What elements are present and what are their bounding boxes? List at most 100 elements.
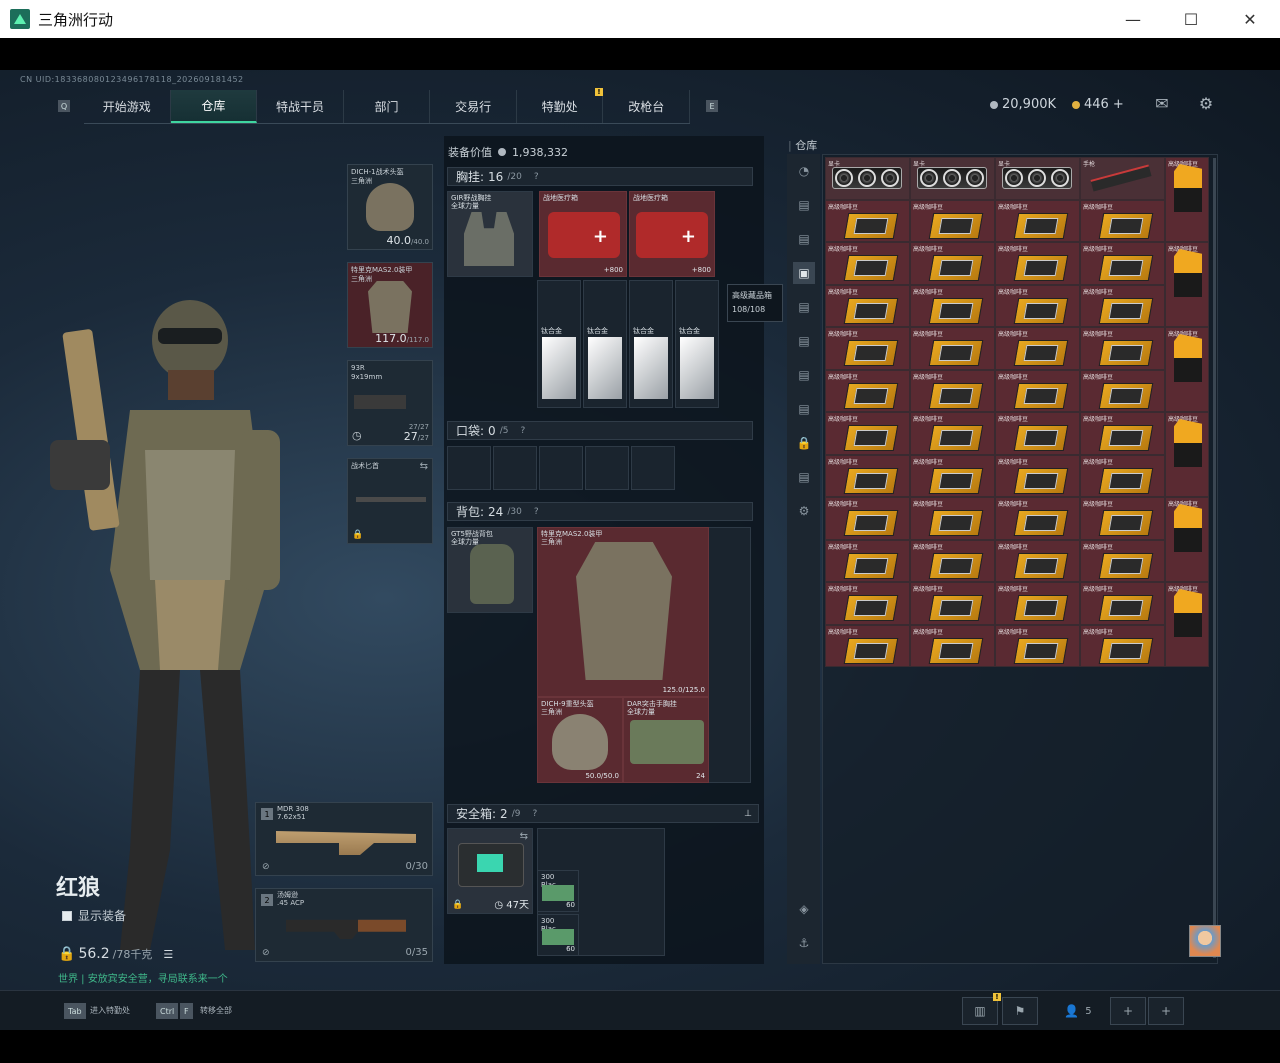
- coffee-crate-item[interactable]: 高级咖啡豆: [1080, 412, 1165, 455]
- stash-page-icon[interactable]: ▣: [793, 262, 815, 284]
- coffee-crate-item[interactable]: 高级咖啡豆: [995, 369, 1080, 412]
- coffee-bag-item[interactable]: 高级咖啡豆: [1165, 327, 1209, 412]
- stash-scrollbar[interactable]: [1213, 158, 1216, 958]
- plate-item[interactable]: 钛合金: [537, 280, 581, 408]
- tab-operators[interactable]: 特战干员: [257, 90, 344, 123]
- ctrl-key[interactable]: Ctrl: [156, 1003, 179, 1019]
- tab-gunsmith[interactable]: 改枪台: [603, 90, 691, 123]
- mail-icon[interactable]: ✉: [1152, 94, 1172, 113]
- stash-page-icon[interactable]: ▤: [793, 228, 815, 250]
- ammo-item[interactable]: 300 Blac... 60: [537, 870, 579, 912]
- layers-icon[interactable]: ◈: [793, 898, 815, 920]
- stash-all-icon[interactable]: ◔: [793, 160, 815, 182]
- primary-weapon-slot[interactable]: 1 MDR 308 7.62x51 ⊘ 0/30: [255, 802, 433, 876]
- player-avatar[interactable]: [1189, 925, 1221, 957]
- show-gear-toggle[interactable]: 显示装备: [62, 907, 126, 924]
- coffee-crate-item[interactable]: 高级咖啡豆: [910, 369, 995, 412]
- tab-warehouse[interactable]: 仓库: [170, 90, 258, 123]
- stats-chart-icon[interactable]: ▥: [962, 997, 998, 1025]
- help-icon[interactable]: ?: [534, 172, 539, 182]
- coffee-crate-item[interactable]: 高级咖啡豆: [1080, 199, 1165, 242]
- pocket-slot[interactable]: [493, 446, 537, 490]
- stash-page-icon[interactable]: ▤: [793, 330, 815, 352]
- coffee-crate-item[interactable]: 高级咖啡豆: [995, 539, 1080, 582]
- coffee-bag-item[interactable]: 高级咖啡豆: [1165, 412, 1209, 497]
- coffee-crate-item[interactable]: 高级咖啡豆: [1080, 624, 1165, 667]
- minimize-button[interactable]: —: [1104, 0, 1162, 38]
- coffee-crate-item[interactable]: 高级咖啡豆: [995, 242, 1080, 285]
- coffee-crate-item[interactable]: 高级咖啡豆: [995, 497, 1080, 540]
- coffee-crate-item[interactable]: 高级咖啡豆: [995, 412, 1080, 455]
- coffee-crate-item[interactable]: 高级咖啡豆: [825, 454, 910, 497]
- stash-page-icon[interactable]: ▤: [793, 194, 815, 216]
- stash-page-icon[interactable]: ▤: [793, 296, 815, 318]
- pocket-slot[interactable]: [631, 446, 675, 490]
- coffee-bag-item[interactable]: 高级咖啡豆: [1165, 582, 1209, 667]
- gpu-item[interactable]: 显卡: [825, 157, 910, 200]
- coffee-crate-item[interactable]: 高级咖啡豆: [825, 624, 910, 667]
- coffee-crate-item[interactable]: 高级咖啡豆: [910, 454, 995, 497]
- coffee-crate-item[interactable]: 高级咖啡豆: [910, 582, 995, 625]
- coffee-crate-item[interactable]: 高级咖啡豆: [1080, 454, 1165, 497]
- coffee-crate-item[interactable]: 高级咖啡豆: [825, 284, 910, 327]
- coffee-crate-item[interactable]: 高级咖啡豆: [1080, 497, 1165, 540]
- close-button[interactable]: ✕: [1221, 0, 1279, 38]
- add-gold-button[interactable]: +: [1113, 97, 1124, 112]
- coffee-crate-item[interactable]: 高级咖啡豆: [825, 199, 910, 242]
- settings-gear-icon[interactable]: ⚙: [1196, 94, 1216, 113]
- coffee-crate-item[interactable]: 高级咖啡豆: [910, 412, 995, 455]
- add-teammate-button[interactable]: +: [1148, 997, 1184, 1025]
- coffee-bag-item[interactable]: 高级咖啡豆: [1165, 157, 1209, 242]
- armor-slot[interactable]: 特里克MAS2.0装甲 三角洲 117.0/117.0: [347, 262, 433, 348]
- plate-item[interactable]: 钛合金: [629, 280, 673, 408]
- chest-rig-item[interactable]: GIR野战胸挂 全球力量: [447, 191, 533, 277]
- coffee-crate-item[interactable]: 高级咖啡豆: [910, 327, 995, 370]
- coffee-crate-item[interactable]: 高级咖啡豆: [1080, 582, 1165, 625]
- handgun-item[interactable]: 手枪: [1080, 157, 1165, 200]
- maximize-button[interactable]: ☐: [1162, 0, 1220, 38]
- coffee-crate-item[interactable]: 高级咖啡豆: [995, 327, 1080, 370]
- stash-page-icon[interactable]: ▤: [793, 466, 815, 488]
- show-gear-checkbox[interactable]: [62, 910, 72, 921]
- world-chat-line[interactable]: 世界 | 安放宾安全营，寻局联系来一个: [58, 970, 228, 985]
- help-icon[interactable]: ?: [520, 426, 525, 436]
- coffee-crate-item[interactable]: 高级咖啡豆: [1080, 327, 1165, 370]
- coffee-crate-item[interactable]: 高级咖啡豆: [995, 454, 1080, 497]
- coffee-crate-item[interactable]: 高级咖啡豆: [910, 624, 995, 667]
- swap-icon[interactable]: ⇆: [520, 831, 528, 842]
- medkit-item[interactable]: 战地医疗箱 + +800: [539, 191, 627, 277]
- friends-button[interactable]: 👤 5: [1052, 997, 1104, 1025]
- pocket-slot[interactable]: [447, 446, 491, 490]
- coffee-crate-item[interactable]: 高级咖啡豆: [1080, 539, 1165, 582]
- coffee-crate-item[interactable]: 高级咖啡豆: [910, 242, 995, 285]
- coffee-crate-item[interactable]: 高级咖啡豆: [825, 242, 910, 285]
- sort-icon[interactable]: ⚓: [793, 932, 815, 954]
- coffee-crate-item[interactable]: 高级咖啡豆: [1080, 284, 1165, 327]
- backpack-item[interactable]: GT5野战背包 全球力量: [447, 527, 533, 613]
- stash-settings-icon[interactable]: ⚙: [793, 500, 815, 522]
- tab-market[interactable]: 交易行: [430, 90, 517, 123]
- stash-page-icon[interactable]: ▤: [793, 398, 815, 420]
- coffee-crate-item[interactable]: 高级咖啡豆: [825, 412, 910, 455]
- weight-detail-icon[interactable]: ☰: [163, 948, 173, 961]
- stash-page-icon[interactable]: ▤: [793, 364, 815, 386]
- helmet-item[interactable]: DICH-9重型头盔 三角洲 50.0/50.0: [537, 697, 623, 783]
- ammo-item[interactable]: 300 Blac... 60: [537, 914, 579, 956]
- swap-icon[interactable]: ⇆: [420, 461, 428, 472]
- tab-department[interactable]: 部门: [344, 90, 431, 123]
- pistol-slot[interactable]: 93R 9x19mm 27/27 ◷ 27/27: [347, 360, 433, 446]
- nav-next-key[interactable]: E: [706, 100, 718, 112]
- coffee-crate-item[interactable]: 高级咖啡豆: [825, 369, 910, 412]
- coffee-crate-item[interactable]: 高级咖啡豆: [995, 284, 1080, 327]
- coffee-crate-item[interactable]: 高级咖啡豆: [910, 539, 995, 582]
- secondary-weapon-slot[interactable]: 2 汤姆逊 .45 ACP ⊘ 0/35: [255, 888, 433, 962]
- coffee-crate-item[interactable]: 高级咖啡豆: [825, 327, 910, 370]
- coffee-bag-item[interactable]: 高级咖啡豆: [1165, 242, 1209, 327]
- flag-icon[interactable]: ⚑: [1002, 997, 1038, 1025]
- coffee-crate-item[interactable]: 高级咖啡豆: [995, 582, 1080, 625]
- coffee-crate-item[interactable]: 高级咖啡豆: [825, 497, 910, 540]
- pocket-slot[interactable]: [539, 446, 583, 490]
- nav-prev-key[interactable]: Q: [58, 100, 70, 112]
- armor-item[interactable]: 特里克MAS2.0装甲 三角洲 125.0/125.0: [537, 527, 709, 697]
- coffee-crate-item[interactable]: 高级咖啡豆: [1080, 369, 1165, 412]
